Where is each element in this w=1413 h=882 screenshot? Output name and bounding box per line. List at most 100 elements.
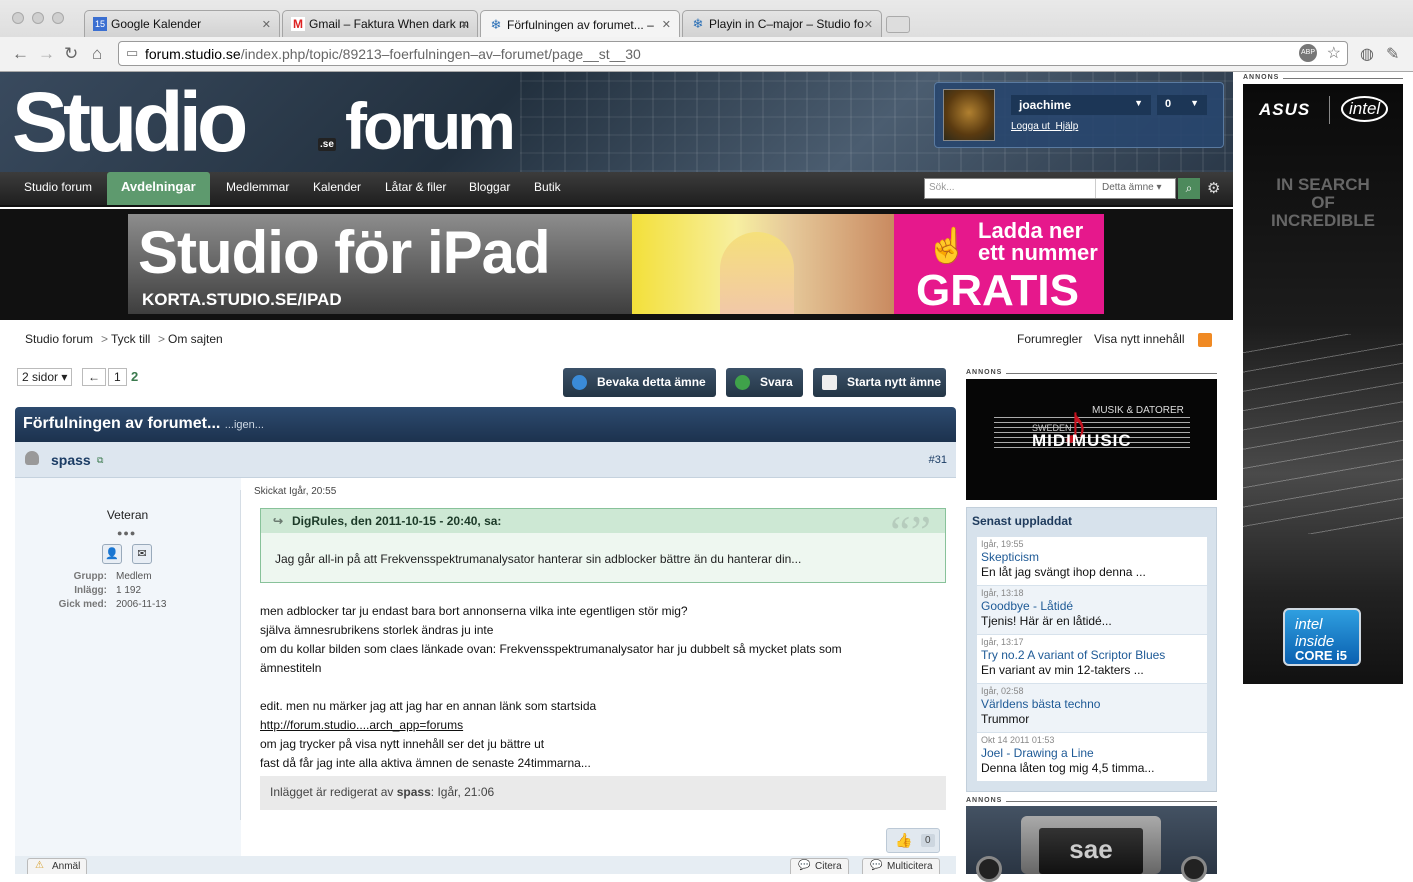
tab-forum-active[interactable]: ❄ Förfulningen av forumet... – ✕ [480, 10, 680, 38]
upload-title[interactable]: Goodbye - Låtidé [981, 599, 1203, 613]
logo-studio[interactable]: Studio [12, 74, 248, 171]
nav-latar-filer[interactable]: Låtar & filer [385, 172, 446, 205]
post-line: fast då får jag inte alla aktiva ämnen d… [260, 756, 591, 770]
notification-count: 0 [1165, 98, 1172, 110]
close-icon[interactable]: ✕ [864, 18, 873, 31]
ad-rule [1006, 373, 1217, 374]
profile-icon[interactable]: 👤 [102, 544, 122, 564]
report-button[interactable]: ⚠ Anmäl [27, 858, 88, 874]
cta-line2: ett nummer [978, 240, 1098, 265]
logo-forum[interactable]: forum [345, 88, 516, 164]
minimize-window-button[interactable] [32, 12, 44, 24]
nav-bloggar[interactable]: Bloggar [469, 172, 510, 205]
gmail-icon: M [291, 17, 305, 31]
rss-icon[interactable] [1198, 333, 1212, 347]
multiquote-button[interactable]: 💬 Multicitera [862, 858, 940, 874]
post-line: men adblocker tar ju endast bara bort an… [260, 604, 688, 618]
quote-marks-icon: “” [890, 506, 931, 557]
window-controls [12, 12, 64, 24]
nav-butik[interactable]: Butik [534, 172, 561, 205]
close-icon[interactable]: ✕ [460, 18, 469, 31]
new-topic-button[interactable]: Starta nytt ämne [813, 368, 946, 397]
close-window-button[interactable] [12, 12, 24, 24]
close-icon[interactable]: ✕ [662, 18, 671, 31]
sae-ad[interactable]: sae [966, 806, 1217, 882]
breadcrumb-studio-forum[interactable]: Studio forum [25, 332, 93, 346]
forum-rules-link[interactable]: Forumregler [1017, 332, 1082, 346]
logout-link[interactable]: Logga ut [1011, 121, 1050, 132]
globe-icon[interactable]: ◍ [1360, 44, 1374, 64]
post-author[interactable]: spass [51, 452, 91, 468]
notifications-dropdown[interactable]: 0 ▼ [1157, 95, 1207, 115]
list-item[interactable]: Igår, 13:17 Try no.2 A variant of Script… [977, 635, 1207, 683]
wrench-icon[interactable]: ✎ [1386, 44, 1399, 64]
speech-bubble-icon: 💬 [870, 860, 883, 871]
list-item[interactable]: Okt 14 2011 01:53 Joel - Drawing a Line … [977, 733, 1207, 781]
page-1-button[interactable]: 1 [108, 368, 127, 386]
close-icon[interactable]: ✕ [262, 18, 271, 31]
nav-avdelningar[interactable]: Avdelningar [107, 172, 210, 205]
forward-icon[interactable]: → [38, 44, 55, 64]
list-item[interactable]: Igår, 02:58 Världens bästa techno Trummo… [977, 684, 1207, 732]
address-bar[interactable]: ▭ forum.studio.se/index.php/topic/89213–… [118, 41, 1348, 66]
reload-icon[interactable]: ↻ [64, 44, 78, 64]
back-icon[interactable]: ← [12, 44, 29, 64]
nav-medlemmar[interactable]: Medlemmar [226, 172, 289, 205]
post-footer: ⚠ Anmäl 💬 Citera 💬 Multicitera [15, 856, 956, 874]
list-item[interactable]: Igår, 13:18 Goodbye - Låtidé Tjenis! Här… [977, 586, 1207, 634]
breadcrumb-separator: > [101, 332, 109, 346]
home-icon[interactable]: ⌂ [92, 44, 102, 64]
list-item[interactable]: Igår, 19:55 Skepticism En låt jag svängt… [977, 537, 1207, 585]
topic-title-bar: Förfulningen av forumet... ...igen... [15, 407, 956, 442]
quote-button[interactable]: 💬 Citera [790, 858, 849, 874]
like-button[interactable]: 👍 0 [886, 828, 940, 853]
ipad-banner[interactable]: Studio för iPad KORTA.STUDIO.SE/IPAD ☝ L… [0, 209, 1233, 320]
banner-left: Studio för iPad KORTA.STUDIO.SE/IPAD [128, 214, 632, 314]
sae-logo-box: sae [1021, 816, 1161, 874]
upload-title[interactable]: Världens bästa techno [981, 697, 1203, 711]
tab-playin[interactable]: ❄ Playin in C–major – Studio fo ✕ [682, 10, 882, 37]
asus-intel-ad[interactable]: ASUS intel IN SEARCH OF INCREDIBLE intel… [1243, 84, 1403, 684]
post-line: om du kollar bilden som claes länkade ov… [260, 642, 842, 656]
tab-label: Google Kalender [111, 17, 202, 31]
reply-button[interactable]: Svara [726, 368, 803, 397]
upload-title[interactable]: Try no.2 A variant of Scriptor Blues [981, 648, 1203, 662]
external-link-icon[interactable]: ⧉ [97, 455, 103, 466]
staff-lines [994, 417, 1190, 418]
upload-date: Igår, 13:18 [981, 588, 1024, 598]
search-input[interactable]: Sök... Detta ämne ▾ [924, 178, 1176, 199]
avatar[interactable] [943, 89, 995, 141]
breadcrumb-tyck-till[interactable]: Tyck till [111, 332, 150, 346]
username-dropdown[interactable]: joachime ▼ [1011, 95, 1151, 115]
snowflake-icon: ❄ [490, 16, 502, 32]
follow-topic-button[interactable]: Bevaka detta ämne [563, 368, 716, 397]
gear-icon[interactable]: ⚙ [1207, 179, 1220, 197]
message-icon[interactable]: ✉ [132, 544, 152, 564]
nav-studio-forum[interactable]: Studio forum [24, 172, 92, 205]
nav-kalender[interactable]: Kalender [313, 172, 361, 205]
bookmark-star-icon[interactable]: ☆ [1327, 43, 1341, 63]
adblock-icon[interactable]: ABP [1299, 44, 1317, 62]
zoom-window-button[interactable] [52, 12, 64, 24]
ad-rule [1006, 801, 1217, 802]
ad-label: ANNONS [966, 369, 1003, 376]
tab-gmail[interactable]: M Gmail – Faktura When dark m ✕ [282, 10, 478, 37]
post-number[interactable]: #31 [929, 454, 947, 466]
chevron-down-icon: ▼ [1190, 98, 1199, 108]
view-new-content-link[interactable]: Visa nytt innehåll [1094, 332, 1185, 346]
search-scope-select[interactable]: Detta ämne ▾ [1095, 179, 1175, 198]
new-tab-button[interactable] [886, 16, 910, 33]
upload-snippet: En låt jag svängt ihop denna ... [981, 565, 1146, 579]
upload-title[interactable]: Skepticism [981, 550, 1203, 564]
breadcrumb-om-sajten[interactable]: Om sajten [168, 332, 223, 346]
pages-dropdown[interactable]: 2 sidor ▾ [17, 368, 73, 386]
tab-google-calendar[interactable]: 15 Google Kalender ✕ [84, 10, 280, 37]
help-link[interactable]: Hjälp [1056, 121, 1079, 132]
midimusic-ad[interactable]: ♪ MUSIK & DATORER SWEDEN MIDIMUSIC [966, 379, 1217, 500]
search-icon[interactable]: ⌕ [1178, 178, 1200, 199]
upload-title[interactable]: Joel - Drawing a Line [981, 746, 1203, 760]
prev-page-button[interactable]: ← [82, 368, 106, 386]
post-link[interactable]: http://forum.studio....arch_app=forums [260, 716, 842, 735]
banner-magazine-image [632, 214, 894, 314]
post-text: men adblocker tar ju endast bara bort an… [260, 602, 842, 773]
